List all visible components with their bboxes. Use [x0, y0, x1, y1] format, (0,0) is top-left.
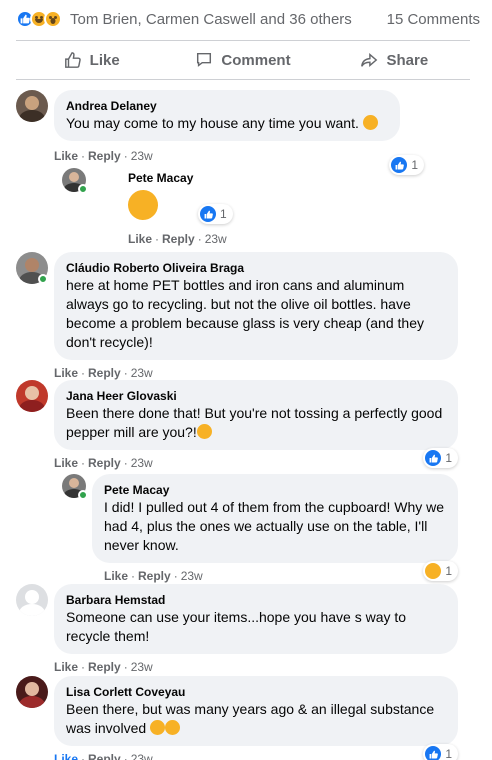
laughing-emoji-icon: [362, 115, 378, 130]
comment-label: Comment: [221, 51, 291, 69]
comment-reply-link[interactable]: Reply: [88, 149, 121, 163]
comment-text: Been there, but was many years ago & an …: [66, 701, 435, 736]
comment-reply-item: Pete Macay 1 Like · Reply · 23w: [62, 168, 233, 246]
comment-timestamp[interactable]: 23w: [131, 149, 153, 163]
rolling-laughing-emoji-icon: [123, 185, 163, 225]
comment-like-link[interactable]: Like: [128, 232, 152, 246]
comment-author[interactable]: Pete Macay: [104, 482, 446, 498]
shocked-emoji-icon: [165, 720, 181, 735]
comment-button[interactable]: Comment: [167, 41, 318, 79]
share-button[interactable]: Share: [319, 41, 470, 79]
comment-reply-item: Pete Macay I did! I pulled out 4 of them…: [62, 474, 458, 583]
comment-text: Someone can use your items...hope you ha…: [66, 609, 407, 644]
comment-meta: Like · Reply · 23w: [54, 752, 458, 760]
comment-bubble: Jana Heer Glovaski Been there done that!…: [54, 380, 458, 450]
like-button[interactable]: Like: [16, 41, 167, 79]
comment-like-link[interactable]: Like: [54, 752, 78, 760]
avatar[interactable]: [16, 584, 48, 616]
comment-author[interactable]: Lisa Corlett Coveyau: [66, 684, 446, 700]
comment-text: You may come to my house any time you wa…: [66, 114, 388, 133]
like-reaction-icon: [425, 746, 442, 760]
comment-meta: Like · Reply · 23w: [104, 569, 203, 583]
comment-bubble: Cláudio Roberto Oliveira Braga here at h…: [54, 252, 458, 360]
comment-meta: Like · Reply · 23w: [54, 660, 153, 674]
avatar[interactable]: [16, 90, 48, 122]
comment-text: here at home PET bottles and iron cans a…: [66, 277, 424, 350]
comment-item: Andrea Delaney You may come to my house …: [16, 90, 424, 175]
online-status-indicator: [78, 490, 88, 500]
comment-like-link[interactable]: Like: [104, 569, 128, 583]
comment-item: Cláudio Roberto Oliveira Braga here at h…: [16, 252, 458, 380]
sad-reaction-icon: [425, 563, 442, 579]
comment-timestamp[interactable]: 23w: [131, 752, 153, 760]
comment-author[interactable]: Barbara Hemstad: [66, 592, 446, 608]
share-arrow-icon: [361, 53, 378, 67]
comment-like-link[interactable]: Like: [54, 149, 78, 163]
comment-meta: Like · Reply · 23w: [54, 149, 153, 163]
reaction-count: 1: [445, 451, 452, 465]
reaction-names[interactable]: Tom Brien, Carmen Caswell and 36 others: [70, 11, 352, 28]
comment-reply-link[interactable]: Reply: [162, 232, 195, 246]
reaction-icons[interactable]: [16, 10, 62, 28]
comment-item: Jana Heer Glovaski Been there done that!…: [16, 380, 458, 470]
wow-reaction-icon: [44, 10, 62, 28]
comment-bubble-icon: [197, 52, 212, 67]
reaction-count: 1: [411, 158, 418, 172]
avatar[interactable]: [16, 676, 48, 708]
share-label: Share: [386, 51, 429, 69]
avatar[interactable]: [16, 380, 48, 412]
comment-bubble: Lisa Corlett Coveyau Been there, but was…: [54, 676, 458, 746]
comment-meta: Like · Reply · 23w: [128, 232, 227, 246]
comment-text: I did! I pulled out 4 of them from the c…: [104, 499, 445, 553]
online-status-indicator: [78, 184, 88, 194]
reaction-badge[interactable]: 1: [198, 204, 233, 224]
comment-text: Been there done that! But you're not tos…: [66, 405, 443, 440]
rolling-laughing-emoji-icon: [196, 424, 212, 439]
online-status-indicator: [38, 274, 48, 284]
comment-reply-link[interactable]: Reply: [88, 456, 121, 470]
comment-like-link[interactable]: Like: [54, 456, 78, 470]
comment-author[interactable]: Jana Heer Glovaski: [66, 388, 446, 404]
reaction-badge[interactable]: 1: [389, 155, 424, 175]
comment-meta: Like · Reply · 23w: [54, 456, 153, 470]
comment-reply-link[interactable]: Reply: [138, 569, 171, 583]
reaction-badge[interactable]: 1: [423, 448, 458, 468]
comment-author[interactable]: Cláudio Roberto Oliveira Braga: [66, 260, 446, 276]
comment-like-link[interactable]: Like: [54, 660, 78, 674]
comment-author[interactable]: Andrea Delaney: [66, 98, 388, 114]
reaction-count: 1: [445, 564, 452, 578]
comment-bubble: Andrea Delaney You may come to my house …: [54, 90, 400, 141]
comment-timestamp[interactable]: 23w: [131, 456, 153, 470]
comment-reply-link[interactable]: Reply: [88, 660, 121, 674]
grimace-emoji-icon: [150, 720, 166, 735]
reaction-count: 1: [220, 207, 227, 221]
comment-bubble: Pete Macay I did! I pulled out 4 of them…: [92, 474, 458, 563]
comment-item: Barbara Hemstad Someone can use your ite…: [16, 584, 458, 674]
post-action-bar: Like Comment Share: [16, 40, 470, 80]
comment-meta: Like · Reply · 23w: [54, 366, 153, 380]
comment-like-link[interactable]: Like: [54, 366, 78, 380]
comment-timestamp[interactable]: 23w: [131, 366, 153, 380]
reactions-summary: Tom Brien, Carmen Caswell and 36 others …: [16, 6, 486, 32]
reaction-badge[interactable]: 1: [423, 561, 458, 581]
thumbs-up-icon: [64, 52, 81, 68]
like-reaction-icon: [391, 157, 408, 173]
comment-author[interactable]: Pete Macay: [128, 170, 227, 186]
comment-item: Lisa Corlett Coveyau Been there, but was…: [16, 676, 458, 760]
like-label: Like: [89, 51, 120, 69]
comment-reply-link[interactable]: Reply: [88, 366, 121, 380]
comment-timestamp[interactable]: 23w: [131, 660, 153, 674]
like-reaction-icon: [425, 450, 442, 466]
comment-reply-link[interactable]: Reply: [88, 752, 121, 760]
comment-timestamp[interactable]: 23w: [181, 569, 203, 583]
reaction-badge[interactable]: 1: [423, 744, 458, 760]
reaction-count: 1: [445, 747, 452, 760]
comment-count[interactable]: 15 Comments: [387, 11, 480, 28]
comment-timestamp[interactable]: 23w: [205, 232, 227, 246]
comment-bubble: Barbara Hemstad Someone can use your ite…: [54, 584, 458, 654]
like-reaction-icon: [200, 206, 216, 222]
